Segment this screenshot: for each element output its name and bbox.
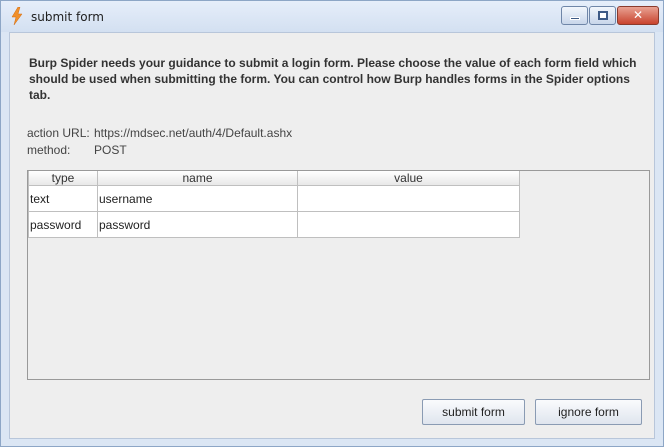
maximize-icon [598,11,608,20]
dialog-content: Burp Spider needs your guidance to submi… [9,32,655,439]
table-row[interactable]: text username [28,185,520,212]
close-button[interactable]: ✕ [617,6,659,25]
minimize-button[interactable] [561,6,588,25]
title-bar[interactable]: submit form ✕ [1,1,663,32]
cell-value[interactable] [297,185,520,212]
cell-value[interactable] [297,211,520,238]
action-url-value: https://mdsec.net/auth/4/Default.ashx [94,126,293,140]
submit-form-window: submit form ✕ Burp Spider needs your gui… [0,0,664,447]
method-value: POST [94,143,127,157]
close-icon: ✕ [632,8,644,22]
column-header-name[interactable]: name [97,171,298,186]
window-title: submit form [31,10,104,24]
action-url-label: action URL: [27,126,90,140]
cell-name[interactable]: username [97,185,298,212]
form-fields-table-area: type name value text username password p… [27,170,650,380]
cell-type[interactable]: text [28,185,98,212]
maximize-button[interactable] [589,6,616,25]
minimize-icon [570,17,580,20]
submit-form-button[interactable]: submit form [422,399,525,425]
cell-name[interactable]: password [97,211,298,238]
method-label: method: [27,143,71,157]
burp-logo-icon [11,7,23,25]
instructions-text: Burp Spider needs your guidance to submi… [29,56,637,102]
form-fields-table: type name value text username password p… [28,171,520,238]
column-header-type[interactable]: type [28,171,98,186]
column-header-value[interactable]: value [297,171,520,186]
table-row[interactable]: password password [28,211,520,238]
cell-type[interactable]: password [28,211,98,238]
ignore-form-button[interactable]: ignore form [535,399,642,425]
